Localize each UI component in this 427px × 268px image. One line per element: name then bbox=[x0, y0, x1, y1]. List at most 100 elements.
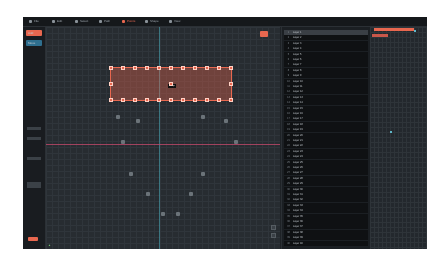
toolbar-item-points[interactable]: Points bbox=[122, 19, 135, 24]
layer-row[interactable]: 15 Layer 15 bbox=[284, 105, 368, 111]
selection-handle[interactable] bbox=[169, 82, 173, 86]
layer-row[interactable]: 30 Layer 30 bbox=[284, 186, 368, 192]
selection-handle[interactable] bbox=[181, 98, 185, 102]
selection-handle[interactable] bbox=[157, 66, 161, 70]
move-button[interactable]: Move bbox=[26, 40, 42, 46]
layer-row[interactable]: 23 Layer 23 bbox=[284, 148, 368, 154]
zoom-in-button[interactable] bbox=[271, 225, 276, 230]
selection-handle[interactable] bbox=[229, 66, 233, 70]
layer-row[interactable]: 34 Layer 34 bbox=[284, 208, 368, 214]
layer-row[interactable]: 18 Layer 18 bbox=[284, 121, 368, 127]
timeline-marker[interactable] bbox=[390, 131, 392, 133]
selection-handle[interactable] bbox=[109, 82, 113, 86]
add-button[interactable]: Add bbox=[26, 30, 42, 36]
anchor-point[interactable] bbox=[129, 172, 133, 176]
layer-row[interactable]: 12 Layer 12 bbox=[284, 89, 368, 95]
layer-row[interactable]: 24 Layer 24 bbox=[284, 154, 368, 160]
design-canvas[interactable]: Group ▲ bbox=[46, 27, 280, 249]
layer-row[interactable]: 8 Layer 8 bbox=[284, 67, 368, 73]
layer-row[interactable]: 19 Layer 19 bbox=[284, 127, 368, 133]
layer-row[interactable]: 40 Layer 40 bbox=[284, 240, 368, 246]
sidebar-tool-3[interactable] bbox=[27, 157, 41, 160]
layer-row[interactable]: 22 Layer 22 bbox=[284, 143, 368, 149]
timeline-keyframe-bar[interactable] bbox=[372, 34, 388, 37]
layer-row[interactable]: 27 Layer 27 bbox=[284, 170, 368, 176]
layer-row[interactable]: 21 Layer 21 bbox=[284, 138, 368, 143]
selection-handle[interactable] bbox=[229, 82, 233, 86]
selection-handle[interactable] bbox=[205, 98, 209, 102]
layer-row[interactable]: 7 Layer 7 bbox=[284, 62, 368, 68]
selection-handle[interactable] bbox=[193, 98, 197, 102]
selection-handle[interactable] bbox=[133, 98, 137, 102]
sidebar-tool-2[interactable] bbox=[27, 137, 41, 140]
selection-handle[interactable] bbox=[169, 66, 173, 70]
toolbar-item-shape[interactable]: Shape bbox=[145, 19, 159, 24]
timeline-marker[interactable] bbox=[414, 30, 416, 32]
selection-handle[interactable] bbox=[205, 66, 209, 70]
anchor-point[interactable] bbox=[121, 140, 125, 144]
selection-handle[interactable] bbox=[121, 98, 125, 102]
anchor-point[interactable] bbox=[161, 212, 165, 216]
layer-row[interactable]: 16 Layer 16 bbox=[284, 111, 368, 116]
layer-row[interactable]: 20 Layer 20 bbox=[284, 132, 368, 138]
selection-handle[interactable] bbox=[109, 66, 113, 70]
anchor-point[interactable] bbox=[116, 115, 120, 119]
layer-row[interactable]: 29 Layer 29 bbox=[284, 181, 368, 187]
selected-shape[interactable]: Group bbox=[109, 66, 233, 102]
timeline-panel[interactable] bbox=[370, 27, 427, 249]
anchor-point[interactable] bbox=[136, 119, 140, 123]
layer-row[interactable]: 28 Layer 28 bbox=[284, 175, 368, 181]
layer-row[interactable]: 6 Layer 6 bbox=[284, 57, 368, 62]
toolbar-item-file[interactable]: File bbox=[29, 19, 39, 24]
timeline-keyframe-bar[interactable] bbox=[374, 28, 414, 31]
selection-handle[interactable] bbox=[181, 66, 185, 70]
toolbar-item-edit[interactable]: Edit bbox=[52, 19, 62, 24]
layer-row[interactable]: 31 Layer 31 bbox=[284, 192, 368, 197]
layer-row[interactable]: 13 Layer 13 bbox=[284, 94, 368, 100]
layer-row[interactable]: 32 Layer 32 bbox=[284, 197, 368, 203]
layer-row[interactable]: 39 Layer 39 bbox=[284, 235, 368, 241]
layer-row[interactable]: 37 Layer 37 bbox=[284, 224, 368, 230]
layer-row[interactable]: 3 Layer 3 bbox=[284, 40, 368, 46]
anchor-point[interactable] bbox=[146, 192, 150, 196]
anchor-point[interactable] bbox=[201, 115, 205, 119]
layer-row[interactable]: 33 Layer 33 bbox=[284, 202, 368, 208]
layer-row[interactable]: 5 Layer 5 bbox=[284, 51, 368, 57]
anchor-point[interactable] bbox=[189, 192, 193, 196]
layer-row[interactable]: 14 Layer 14 bbox=[284, 100, 368, 106]
selection-handle[interactable] bbox=[133, 66, 137, 70]
selection-handle[interactable] bbox=[121, 66, 125, 70]
selection-handle[interactable] bbox=[145, 98, 149, 102]
layer-row[interactable]: 26 Layer 26 bbox=[284, 165, 368, 170]
selection-handle[interactable] bbox=[157, 98, 161, 102]
layer-row[interactable]: 11 Layer 11 bbox=[284, 84, 368, 89]
selection-handle[interactable] bbox=[229, 98, 233, 102]
layer-row[interactable]: 10 Layer 10 bbox=[284, 78, 368, 84]
anchor-point[interactable] bbox=[201, 172, 205, 176]
sidebar-tool-4[interactable] bbox=[27, 182, 41, 188]
layer-row[interactable]: 2 Layer 2 bbox=[284, 35, 368, 41]
selection-handle[interactable] bbox=[217, 98, 221, 102]
toolbar-item-select[interactable]: Select bbox=[75, 19, 88, 24]
toolbar-item-view[interactable]: View bbox=[169, 19, 180, 24]
selection-handle[interactable] bbox=[169, 98, 173, 102]
layer-row[interactable]: 38 Layer 38 bbox=[284, 229, 368, 235]
anchor-point[interactable] bbox=[224, 119, 228, 123]
canvas-corner-tool[interactable] bbox=[260, 31, 268, 37]
sidebar-action-button[interactable] bbox=[28, 237, 38, 241]
layer-row[interactable]: 17 Layer 17 bbox=[284, 116, 368, 122]
selection-handle[interactable] bbox=[193, 66, 197, 70]
layer-row[interactable]: 35 Layer 35 bbox=[284, 213, 368, 219]
layer-row[interactable]: 1 Layer 1 bbox=[284, 30, 368, 35]
layer-row[interactable]: 36 Layer 36 bbox=[284, 219, 368, 224]
selection-handle[interactable] bbox=[109, 98, 113, 102]
anchor-point[interactable] bbox=[176, 212, 180, 216]
selection-handle[interactable] bbox=[217, 66, 221, 70]
layer-row[interactable]: 4 Layer 4 bbox=[284, 46, 368, 52]
layer-row[interactable]: 25 Layer 25 bbox=[284, 159, 368, 165]
sidebar-tool-1[interactable] bbox=[27, 127, 41, 130]
anchor-point[interactable] bbox=[234, 140, 238, 144]
layer-row[interactable]: 9 Layer 9 bbox=[284, 73, 368, 79]
zoom-out-button[interactable] bbox=[271, 233, 276, 238]
selection-handle[interactable] bbox=[145, 66, 149, 70]
